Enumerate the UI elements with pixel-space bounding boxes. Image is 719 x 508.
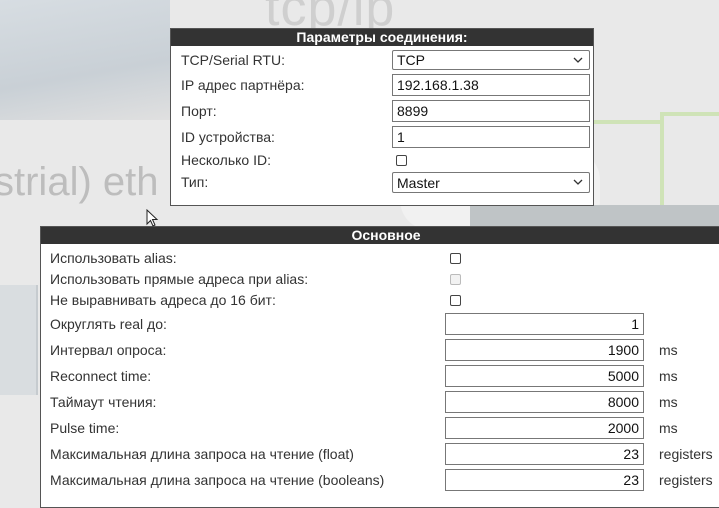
background-word-left: strial) eth: [0, 160, 159, 204]
use-alias-checkbox[interactable]: [450, 253, 461, 264]
pulse-row: Pulse time: 2000 ms: [41, 416, 719, 440]
round-real-value: 1: [631, 316, 639, 332]
reconnect-label: Reconnect time:: [50, 368, 152, 384]
port-value: 8899: [397, 103, 429, 119]
connection-panel-title: Параметры соединения:: [171, 29, 593, 46]
max-float-value: 23: [623, 446, 639, 462]
read-timeout-input[interactable]: 8000: [445, 391, 644, 413]
poll-interval-value: 1900: [607, 342, 639, 358]
round-real-row: Округлять real до: 1: [41, 312, 719, 336]
connection-panel: Параметры соединения: TCP/Serial RTU: TC…: [170, 28, 594, 206]
pulse-label: Pulse time:: [50, 420, 120, 436]
max-bool-unit: registers: [659, 472, 713, 488]
poll-interval-row: Интервал опроса: 1900 ms: [41, 338, 719, 362]
max-bool-row: Максимальная длина запроса на чтение (bo…: [41, 468, 719, 492]
round-real-input[interactable]: 1: [445, 313, 644, 335]
chevron-down-icon: [573, 179, 583, 185]
max-float-label: Максимальная длина запроса на чтение (fl…: [50, 446, 354, 462]
reconnect-value: 5000: [607, 368, 639, 384]
background-device: [470, 205, 719, 227]
background-device: [0, 285, 38, 395]
port-row: Порт: 8899: [171, 99, 593, 123]
ip-input[interactable]: 192.168.1.38: [392, 74, 590, 96]
max-float-row: Максимальная длина запроса на чтение (fl…: [41, 442, 719, 466]
no-align-label: Не выравнивать адреса до 16 бит:: [50, 292, 276, 308]
ip-label: IP адрес партнёра:: [181, 77, 305, 93]
multi-id-label: Несколько ID:: [181, 152, 271, 168]
no-align-checkbox[interactable]: [450, 295, 461, 306]
ip-value: 192.168.1.38: [397, 77, 479, 93]
read-timeout-label: Таймаут чтения:: [50, 394, 157, 410]
max-float-input[interactable]: 23: [445, 443, 644, 465]
max-bool-label: Максимальная длина запроса на чтение (bo…: [50, 472, 385, 488]
direct-addr-label: Использовать прямые адреса при alias:: [50, 271, 309, 287]
reconnect-unit: ms: [659, 368, 678, 384]
main-settings-panel: Основное Использовать alias: Использоват…: [40, 226, 719, 508]
device-id-input[interactable]: 1: [392, 126, 590, 148]
protocol-row: TCP/Serial RTU: TCP: [171, 48, 593, 72]
max-bool-value: 23: [623, 472, 639, 488]
reconnect-row: Reconnect time: 5000 ms: [41, 364, 719, 388]
ip-row: IP адрес партнёра: 192.168.1.38: [171, 73, 593, 97]
type-label: Тип:: [181, 174, 209, 190]
round-real-label: Округлять real до:: [50, 316, 167, 332]
device-id-row: ID устройства: 1: [171, 125, 593, 149]
pulse-unit: ms: [659, 420, 678, 436]
background-plate: [0, 0, 170, 120]
poll-interval-unit: ms: [659, 342, 678, 358]
max-bool-input[interactable]: 23: [445, 469, 644, 491]
protocol-select[interactable]: TCP: [392, 50, 590, 70]
type-value: Master: [397, 174, 440, 191]
pulse-input[interactable]: 2000: [445, 417, 644, 439]
read-timeout-value: 8000: [607, 394, 639, 410]
pulse-value: 2000: [607, 420, 639, 436]
max-float-unit: registers: [659, 446, 713, 462]
type-select[interactable]: Master: [392, 172, 590, 193]
type-row: Тип: Master: [171, 170, 593, 194]
protocol-label: TCP/Serial RTU:: [181, 52, 285, 68]
port-input[interactable]: 8899: [392, 100, 590, 122]
read-timeout-row: Таймаут чтения: 8000 ms: [41, 390, 719, 414]
no-align-row: Не выравнивать адреса до 16 бит:: [41, 288, 719, 312]
main-panel-title: Основное: [41, 227, 719, 244]
multi-id-row: Несколько ID:: [171, 148, 593, 172]
use-alias-label: Использовать alias:: [50, 250, 177, 266]
protocol-value: TCP: [397, 52, 425, 68]
direct-addr-checkbox: [450, 274, 461, 285]
device-id-label: ID устройства:: [181, 129, 275, 145]
multi-id-checkbox[interactable]: [396, 155, 407, 166]
read-timeout-unit: ms: [659, 394, 678, 410]
reconnect-input[interactable]: 5000: [445, 365, 644, 387]
poll-interval-input[interactable]: 1900: [445, 339, 644, 361]
port-label: Порт:: [181, 103, 217, 119]
poll-interval-label: Интервал опроса:: [50, 342, 167, 358]
mouse-cursor-icon: [146, 209, 159, 227]
chevron-down-icon: [573, 57, 583, 63]
device-id-value: 1: [397, 129, 405, 145]
